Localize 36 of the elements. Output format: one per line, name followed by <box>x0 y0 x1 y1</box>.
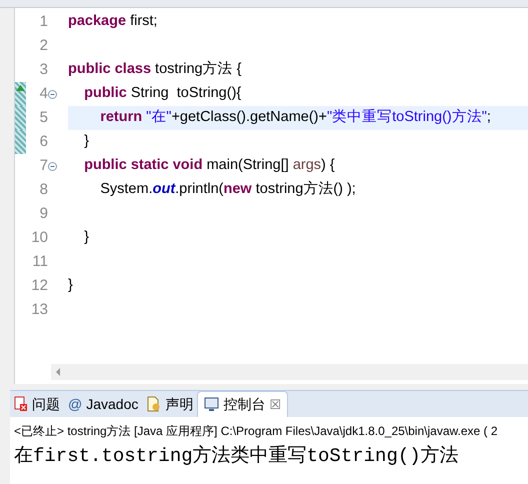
line-number: 5 <box>38 108 48 128</box>
line-number: 6 <box>38 132 48 152</box>
at-sign-icon: @ <box>68 394 82 414</box>
monitor-icon <box>204 397 220 412</box>
line-number: 10 <box>30 228 48 248</box>
code-line: public class tostring方法 { <box>68 60 242 80</box>
code-line: public static void main(String[] args) { <box>83 156 335 176</box>
close-icon[interactable]: ☒ <box>269 394 282 414</box>
panel-tab[interactable]: 控制台 ☒ <box>197 391 288 417</box>
console-output: 在first.tostring方法类中重写toString()方法 <box>13 444 460 469</box>
line-number: 1 <box>38 12 48 32</box>
collapse-icon[interactable] <box>48 162 57 170</box>
line-number: 8 <box>38 180 48 200</box>
panel-tab[interactable]: @ Javadoc <box>64 391 142 417</box>
line-number: 12 <box>30 276 48 296</box>
collapse-icon[interactable] <box>48 90 57 98</box>
document-icon <box>146 396 162 412</box>
line-number: 3 <box>38 60 48 80</box>
console-header: <已终止> tostring方法 [Java 应用程序] C:\Program Files\Java\jdk1.8.0_25\bin\javaw.exe ( 2 <box>13 423 499 440</box>
panel-tab[interactable]: 声明 <box>142 391 198 417</box>
code-line: } <box>68 276 73 296</box>
line-number: 4 <box>38 84 48 104</box>
code-line: } <box>83 228 89 248</box>
code-line: package first; <box>68 12 158 32</box>
line-number: 9 <box>38 204 48 224</box>
line-number: 13 <box>30 300 48 320</box>
code-line: public String toString(){ <box>83 84 242 104</box>
line-number: 11 <box>31 252 48 272</box>
code-line: System.out.println(new tostring方法() ); <box>99 180 356 200</box>
error-list-icon <box>14 396 28 412</box>
line-number: 2 <box>38 36 48 56</box>
code-line: } <box>83 132 89 152</box>
panel-tab[interactable]: 问题 <box>10 391 64 417</box>
code-line: return "在"+getClass().getName()+"类中重写toString()方法"; <box>99 108 491 128</box>
horizontal-scrollbar[interactable] <box>51 364 528 380</box>
line-number: 7 <box>38 156 48 176</box>
